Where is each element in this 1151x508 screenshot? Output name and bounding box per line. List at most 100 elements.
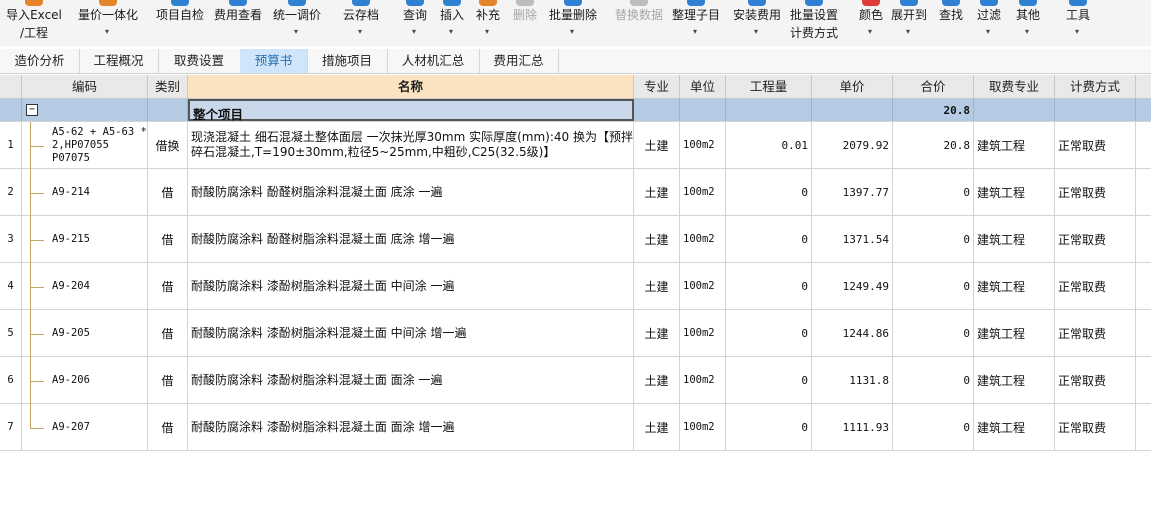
price-cell[interactable]: 1371.54 (812, 216, 893, 262)
toolbar-button-tools[interactable]: 工具 ▾ (1059, 0, 1097, 46)
method-cell[interactable]: 正常取费 (1055, 404, 1136, 450)
price-cell[interactable]: 1397.77 (812, 169, 893, 215)
column-header-type[interactable]: 类别 (148, 75, 188, 98)
method-cell[interactable]: 正常取费 (1055, 216, 1136, 262)
chevron-down-icon[interactable]: ▾ (1025, 27, 1029, 37)
unit-cell[interactable]: 100m2 (680, 357, 726, 403)
column-header-code[interactable]: 编码 (22, 75, 148, 98)
toolbar-button-fee-view[interactable]: 费用查看 (210, 0, 266, 46)
price-cell[interactable]: 2079.92 (812, 122, 893, 168)
spec-cell[interactable]: 土建 (634, 216, 680, 262)
fee-spec-cell[interactable]: 建筑工程 (974, 122, 1055, 168)
table-row[interactable]: 7 A9-207 借 耐酸防腐涂料 漆酚树脂涂料混凝土面 面涂 增一遍 土建 100m2 0… (0, 404, 1151, 451)
chevron-down-icon[interactable]: ▾ (754, 27, 758, 37)
unit-cell[interactable]: 100m2 (680, 169, 726, 215)
toolbar-button-query[interactable]: 查询 ▾ (399, 0, 431, 46)
toolbar-button-replace-data[interactable]: 替换数据 (612, 0, 666, 46)
chevron-down-icon[interactable]: ▾ (693, 27, 697, 37)
code-cell[interactable]: A5-62 + A5-63 * 2,HP07055 P07075 (22, 122, 148, 168)
total-cell[interactable]: 20.8 (893, 122, 974, 168)
row-number[interactable]: 4 (0, 263, 22, 309)
code-cell[interactable]: A9-215 (22, 216, 148, 262)
total-cell[interactable]: 0 (893, 310, 974, 356)
chevron-down-icon[interactable]: ▾ (412, 27, 416, 37)
toolbar-button-import-excel[interactable]: 导入Excel/工程 (4, 0, 64, 46)
name-cell[interactable]: 耐酸防腐涂料 漆酚树脂涂料混凝土面 面涂 增一遍 (188, 404, 634, 450)
column-header-name[interactable]: 名称 (188, 75, 634, 98)
qty-cell[interactable]: 0 (726, 216, 812, 262)
unit-cell[interactable]: 100m2 (680, 404, 726, 450)
column-header-total[interactable]: 合价 (893, 75, 974, 98)
column-header-price[interactable]: 单价 (812, 75, 893, 98)
code-cell[interactable]: A9-205 (22, 310, 148, 356)
total-cell[interactable]: 0 (893, 404, 974, 450)
row-number[interactable]: 2 (0, 169, 22, 215)
tab-6[interactable]: 费用汇总 (479, 49, 559, 73)
spec-cell[interactable]: 土建 (634, 122, 680, 168)
method-cell[interactable]: 正常取费 (1055, 357, 1136, 403)
row-number[interactable]: 1 (0, 122, 22, 168)
fee-spec-cell[interactable]: 建筑工程 (974, 169, 1055, 215)
type-cell[interactable]: 借 (148, 404, 188, 450)
toolbar-button-delete[interactable]: 删除 (510, 0, 540, 46)
name-cell[interactable]: 耐酸防腐涂料 酚醛树脂涂料混凝土面 底涂 增一遍 (188, 216, 634, 262)
name-cell[interactable]: 耐酸防腐涂料 漆酚树脂涂料混凝土面 中间涂 一遍 (188, 263, 634, 309)
toolbar-button-filter[interactable]: 过滤 ▾ (973, 0, 1005, 46)
chevron-down-icon[interactable]: ▾ (485, 27, 489, 37)
qty-cell[interactable]: 0 (726, 357, 812, 403)
spec-cell[interactable]: 土建 (634, 310, 680, 356)
chevron-down-icon[interactable]: ▾ (358, 27, 362, 37)
tab-0[interactable]: 造价分析 (0, 49, 80, 73)
fee-spec-cell[interactable]: 建筑工程 (974, 263, 1055, 309)
name-cell[interactable]: 现浇混凝土 细石混凝土整体面层 一次抹光厚30mm 实际厚度(mm):40 换为… (188, 122, 634, 168)
name-cell[interactable]: 耐酸防腐涂料 漆酚树脂涂料混凝土面 面涂 一遍 (188, 357, 634, 403)
toolbar-button-color[interactable]: 颜色 ▾ (856, 0, 886, 46)
chevron-down-icon[interactable]: ▾ (570, 27, 574, 37)
chevron-down-icon[interactable]: ▾ (105, 27, 109, 37)
chevron-down-icon[interactable]: ▾ (986, 27, 990, 37)
fee-spec-cell[interactable]: 建筑工程 (974, 357, 1055, 403)
qty-cell[interactable]: 0 (726, 404, 812, 450)
chevron-down-icon[interactable]: ▾ (1075, 27, 1079, 37)
toolbar-button-organize-items[interactable]: 整理子目 ▾ (668, 0, 724, 46)
type-cell[interactable]: 借 (148, 216, 188, 262)
column-header-method[interactable]: 计费方式 (1055, 75, 1136, 98)
toolbar-button-batch-delete[interactable]: 批量删除 ▾ (545, 0, 601, 46)
method-cell[interactable]: 正常取费 (1055, 169, 1136, 215)
code-cell[interactable]: A9-207 (22, 404, 148, 450)
method-cell[interactable]: 正常取费 (1055, 122, 1136, 168)
tab-3[interactable]: 预算书 (240, 49, 308, 73)
total-cell[interactable]: 0 (893, 216, 974, 262)
table-row[interactable]: 3 A9-215 借 耐酸防腐涂料 酚醛树脂涂料混凝土面 底涂 增一遍 土建 100m2 0… (0, 216, 1151, 263)
column-header-fee-spec[interactable]: 取费专业 (974, 75, 1055, 98)
unit-cell[interactable]: 100m2 (680, 310, 726, 356)
spec-cell[interactable]: 土建 (634, 263, 680, 309)
column-header-qty[interactable]: 工程量 (726, 75, 812, 98)
toolbar-button-price-integration[interactable]: 量价一体化 ▾ (74, 0, 142, 46)
row-number[interactable]: 6 (0, 357, 22, 403)
chevron-down-icon[interactable]: ▾ (294, 27, 298, 37)
collapse-toggle-icon[interactable]: − (26, 104, 38, 116)
price-cell[interactable]: 1249.49 (812, 263, 893, 309)
total-cell[interactable]: 0 (893, 357, 974, 403)
unit-cell[interactable]: 100m2 (680, 263, 726, 309)
table-row[interactable]: 5 A9-205 借 耐酸防腐涂料 漆酚树脂涂料混凝土面 中间涂 增一遍 土建 100m2… (0, 310, 1151, 357)
code-cell[interactable]: A9-204 (22, 263, 148, 309)
toolbar-button-expand-to[interactable]: 展开到 ▾ (889, 0, 929, 46)
toolbar-button-cloud-archive[interactable]: 云存档 ▾ (337, 0, 385, 46)
row-number[interactable]: 3 (0, 216, 22, 262)
qty-cell[interactable]: 0.01 (726, 122, 812, 168)
toolbar-button-batch-setting[interactable]: 批量设置 计费方式 (786, 0, 842, 46)
total-cell[interactable]: 0 (893, 169, 974, 215)
toolbar-button-supplement[interactable]: 补充 ▾ (472, 0, 504, 46)
name-cell[interactable]: 耐酸防腐涂料 酚醛树脂涂料混凝土面 底涂 一遍 (188, 169, 634, 215)
toolbar-button-self-check[interactable]: 项目自检 (152, 0, 208, 46)
fee-spec-cell[interactable]: 建筑工程 (974, 310, 1055, 356)
type-cell[interactable]: 借换 (148, 122, 188, 168)
summary-row[interactable]: − 整个项目 20.8 (0, 99, 1151, 122)
spec-cell[interactable]: 土建 (634, 169, 680, 215)
table-row[interactable]: 6 A9-206 借 耐酸防腐涂料 漆酚树脂涂料混凝土面 面涂 一遍 土建 100m2 0 1… (0, 357, 1151, 404)
code-cell[interactable]: A9-206 (22, 357, 148, 403)
tab-5[interactable]: 人材机汇总 (387, 49, 480, 73)
tab-4[interactable]: 措施项目 (307, 49, 388, 73)
